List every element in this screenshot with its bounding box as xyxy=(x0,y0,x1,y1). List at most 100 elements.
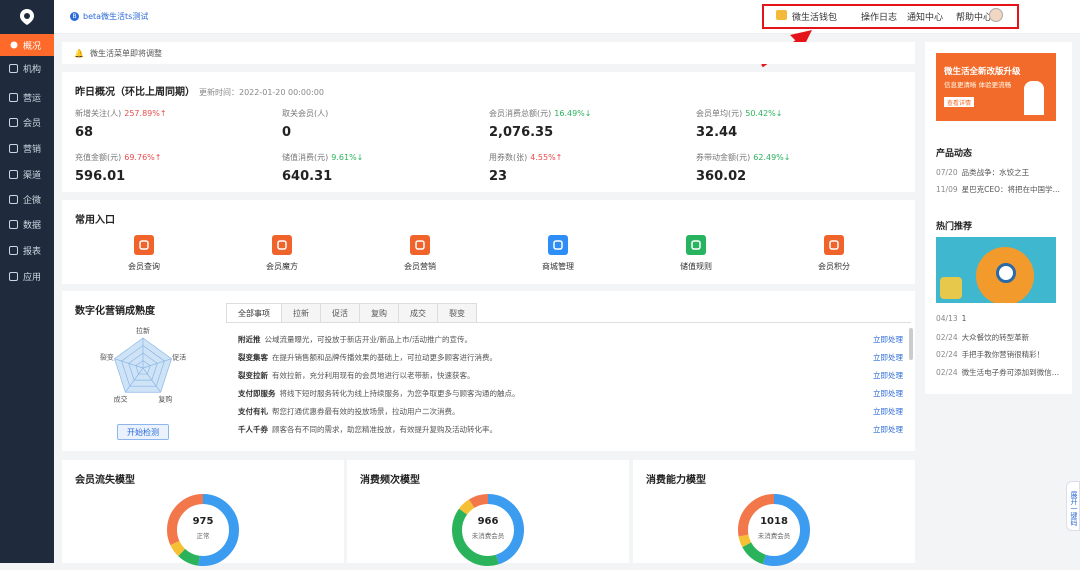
sidebar-item-label: 营运 xyxy=(23,93,42,104)
notice-center-link[interactable]: 通知中心 xyxy=(907,10,943,23)
shortcut-5[interactable]: 会员积分 xyxy=(794,235,874,272)
channel-icon xyxy=(9,169,18,179)
news-item[interactable]: 02/24 微生活电子券可添加到微信… xyxy=(936,367,1059,378)
cube-icon xyxy=(272,235,292,255)
shortcut-2[interactable]: 会员营销 xyxy=(380,235,460,272)
sidebar-item-3[interactable]: 会员 xyxy=(0,111,54,133)
task-scrollbar[interactable] xyxy=(909,328,913,360)
beta-badge-icon: B xyxy=(70,12,79,21)
building-icon xyxy=(9,63,18,73)
task-desc: 顾客各有不同的需求，助您精准投放，有效提升复购及活动转化率。 xyxy=(272,425,497,434)
model-value: 975 xyxy=(192,516,214,527)
news-item[interactable]: 11/09 星巴克CEO：将把在中国学… xyxy=(936,184,1060,195)
grid-icon xyxy=(9,271,18,281)
stat-change: 50.42%↓ xyxy=(745,109,783,118)
expand-side-tab[interactable]: 展开一键码 xyxy=(1066,481,1080,531)
news-item[interactable]: 07/20 品类战争：水饺之王 xyxy=(936,167,1029,178)
banner-detail-button[interactable]: 查看详情 xyxy=(944,97,974,107)
sidebar-item-2[interactable]: 营运 xyxy=(0,86,54,108)
stat-change: 9.61%↓ xyxy=(331,153,364,162)
operation-log-link[interactable]: 操作日志 xyxy=(861,10,897,23)
sidebar: 概况机构营运会员营销渠道企微数据报表应用 xyxy=(0,0,54,563)
task-tab-0[interactable]: 全部事项 xyxy=(226,303,281,323)
news-item[interactable]: 02/24 大众餐饮的转型革新 xyxy=(936,332,1029,343)
task-tab-1[interactable]: 拉新 xyxy=(281,303,320,323)
news-date: 04/13 xyxy=(936,314,958,323)
hot-cat-image[interactable] xyxy=(936,237,1056,303)
stat-item: 券带动金额(元) 62.49%↓ 360.02 xyxy=(696,152,896,184)
handle-now-link[interactable]: 立即处理 xyxy=(873,406,903,420)
points-icon xyxy=(824,235,844,255)
handle-now-link[interactable]: 立即处理 xyxy=(873,370,903,384)
news-title: 大众餐饮的转型革新 xyxy=(961,333,1030,342)
beta-text: beta微生活ts测试 xyxy=(83,12,149,21)
banner-person-illustration xyxy=(1024,81,1044,115)
sidebar-item-label: 会员 xyxy=(23,118,42,129)
sidebar-item-6[interactable]: 企微 xyxy=(0,188,54,210)
stat-value: 596.01 xyxy=(75,169,126,184)
stat-value: 0 xyxy=(282,125,292,140)
handle-now-link[interactable]: 立即处理 xyxy=(873,334,903,348)
report-icon xyxy=(9,245,18,255)
handle-now-link[interactable]: 立即处理 xyxy=(873,424,903,438)
task-text: 支付即服务 将线下短时服务转化为线上持续服务，为您争取更多与顾客沟通的触点。 xyxy=(238,388,520,402)
task-title: 支付即服务 xyxy=(238,389,276,398)
shortcut-3[interactable]: 商城管理 xyxy=(518,235,598,272)
task-row: 裂变拉新 有效拉新，充分利用现有的会员地进行以老带新，快速获客。 立即处理 xyxy=(238,370,903,384)
model-card-0: 会员流失模型 975 正常 xyxy=(62,460,344,566)
sidebar-item-7[interactable]: 数据 xyxy=(0,213,54,235)
news-title: 1 xyxy=(961,314,967,323)
product-news-title: 产品动态 xyxy=(936,149,973,159)
upgrade-banner[interactable]: 微生活全新改版升级 信息更清晰 体验更流畅 查看详情 xyxy=(936,53,1056,121)
sidebar-item-0[interactable]: 概况 xyxy=(0,34,54,56)
sidebar-item-label: 机构 xyxy=(23,64,42,75)
model-card-2: 消费能力模型 1018 未消费会员 xyxy=(633,460,915,566)
task-tab-3[interactable]: 复购 xyxy=(359,303,398,323)
sidebar-item-1[interactable]: 机构 xyxy=(0,57,54,79)
handle-now-link[interactable]: 立即处理 xyxy=(873,352,903,366)
sidebar-item-4[interactable]: 营销 xyxy=(0,137,54,159)
task-tab-2[interactable]: 促活 xyxy=(320,303,359,323)
task-title: 千人千券 xyxy=(238,425,268,434)
stat-label-text: 会员单均(元) xyxy=(696,109,743,118)
beta-env-label[interactable]: B beta微生活ts测试 xyxy=(70,11,148,22)
radar-axis-label: 裂变 xyxy=(100,352,114,361)
stat-change: 4.55%↑ xyxy=(530,153,563,162)
hot-title: 热门推荐 xyxy=(936,222,973,232)
news-title: 星巴克CEO：将把在中国学… xyxy=(961,185,1061,194)
shortcut-4[interactable]: 储值规则 xyxy=(656,235,736,272)
sidebar-item-5[interactable]: 渠道 xyxy=(0,163,54,185)
task-row: 附近推 公域流量曝光，可投放于新店开业/新品上市/活动推广的宣传。 立即处理 xyxy=(238,334,903,348)
start-detection-button[interactable]: 开始检测 xyxy=(117,424,169,440)
news-date: 11/09 xyxy=(936,185,958,194)
sidebar-item-9[interactable]: 应用 xyxy=(0,265,54,287)
model-subtitle: 正常 xyxy=(196,532,210,540)
news-item[interactable]: 04/13 1 xyxy=(936,314,966,323)
stat-value: 640.31 xyxy=(282,169,333,184)
radar-axis-label: 成交 xyxy=(114,395,128,404)
sidebar-item-8[interactable]: 报表 xyxy=(0,239,54,261)
chart-icon xyxy=(9,92,18,102)
news-item[interactable]: 02/24 手把手教你营销很精彩！ xyxy=(936,349,1044,360)
stat-label-text: 充值金额(元) xyxy=(75,153,122,162)
stat-item: 会员消费总额(元) 16.49%↓ 2,076.35 xyxy=(489,108,689,140)
handle-now-link[interactable]: 立即处理 xyxy=(873,388,903,402)
shortcut-0[interactable]: 会员查询 xyxy=(104,235,184,272)
stat-label: 用券数(张) 4.55%↑ xyxy=(489,152,689,163)
help-center-link[interactable]: 帮助中心 xyxy=(956,10,992,23)
task-row: 支付即服务 将线下短时服务转化为线上持续服务，为您争取更多与顾客沟通的触点。 立即处… xyxy=(238,388,903,402)
stat-item: 会员单均(元) 50.42%↓ 32.44 xyxy=(696,108,896,140)
shortcut-1[interactable]: 会员魔方 xyxy=(242,235,322,272)
wallet-icon xyxy=(776,10,787,20)
task-tab-4[interactable]: 成交 xyxy=(398,303,437,323)
stat-label: 充值金额(元) 69.76%↑ xyxy=(75,152,275,163)
radar-chart: 拉新促活复购 成交 裂变 xyxy=(100,326,186,404)
wallet-link[interactable]: 微生活钱包 xyxy=(792,10,837,23)
task-tab-5[interactable]: 裂变 xyxy=(437,303,477,323)
stat-label-text: 新增关注(人) xyxy=(75,109,122,118)
task-tabs: 全部事项 拉新 促活 复购 成交 裂变 xyxy=(226,303,477,323)
user-avatar[interactable] xyxy=(989,8,1003,22)
megaphone-icon xyxy=(9,143,18,153)
model-subtitle: 未消费会员 xyxy=(757,532,791,540)
app-logo[interactable] xyxy=(0,0,54,34)
